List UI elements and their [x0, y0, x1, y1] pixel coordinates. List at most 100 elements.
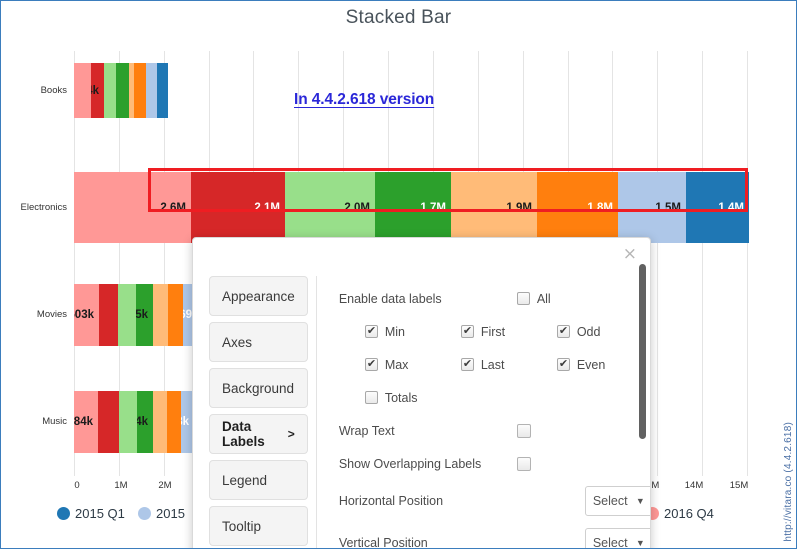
bar-segment[interactable] — [157, 63, 168, 118]
bar-segment[interactable] — [98, 391, 119, 453]
row-totals: Totals — [339, 381, 650, 414]
checkbox-even-box[interactable] — [556, 357, 570, 371]
checkbox-first[interactable]: First — [460, 324, 557, 339]
legend-item[interactable]: 2016 Q4 — [646, 506, 714, 521]
show-overlapping-checkbox[interactable] — [516, 456, 531, 471]
show-overlapping-label: Show Overlapping Labels — [338, 456, 482, 471]
gridline — [702, 51, 704, 476]
bar-data-label: 2.0M — [344, 201, 370, 214]
row-wrap-text: Wrap Text — [339, 414, 650, 447]
checkbox-all-box[interactable] — [516, 292, 530, 305]
row-max-last-even: Max Last Even — [339, 348, 650, 381]
row-horizontal-position: Horizontal Position Select ▼ — [339, 480, 650, 522]
bar-segment[interactable]: 1.8M — [537, 172, 618, 243]
category-label-music: Music — [42, 416, 67, 427]
legend-swatch — [57, 507, 70, 520]
checkbox-last[interactable]: Last — [460, 357, 557, 372]
bar-segment[interactable] — [134, 63, 146, 118]
checkbox-last-box[interactable] — [460, 357, 474, 371]
bar-segment[interactable]: 1.9M — [451, 172, 537, 243]
dialog-nav-data-labels[interactable]: Data Labels > — [209, 414, 308, 454]
bar-segment[interactable]: 2.1M — [191, 172, 285, 243]
checkbox-max[interactable]: Max — [364, 357, 461, 372]
wrap-text-checkbox[interactable] — [516, 423, 531, 438]
dialog-scrollbar-thumb[interactable] — [639, 264, 646, 439]
bar-data-label: 2.6M — [160, 201, 186, 214]
dialog-nav-label: Data Labels — [222, 419, 265, 449]
legend-label: 2015 Q1 — [75, 506, 125, 521]
bar-segment[interactable]: 365k — [136, 284, 153, 346]
checkbox-first-box[interactable] — [460, 324, 474, 338]
dialog-nav-background[interactable]: Background — [209, 368, 308, 408]
checkbox-max-label: Max — [384, 357, 409, 372]
checkbox-first-label: First — [480, 324, 506, 339]
bar-segment[interactable] — [119, 391, 137, 453]
x-axis-tick: 0 — [74, 480, 80, 491]
bar-segment[interactable] — [153, 391, 167, 453]
chevron-down-icon: ▼ — [635, 538, 645, 548]
vertical-position-value: Select — [592, 536, 628, 549]
bar-data-label: 354k — [137, 416, 148, 428]
checkbox-totals-box[interactable] — [364, 391, 378, 404]
vertical-position-select[interactable]: Select ▼ — [584, 528, 650, 549]
legend-label: 2016 Q4 — [664, 506, 714, 521]
bar-segment[interactable] — [153, 284, 168, 346]
bar-segment[interactable]: 2.0M — [285, 172, 375, 243]
legend-item[interactable]: 2015 — [138, 506, 185, 521]
bar-data-label: 1.9M — [506, 201, 532, 214]
category-label-movies: Movies — [36, 309, 67, 320]
x-axis-tick: 14M — [684, 480, 704, 491]
bar-segment[interactable]: 354k — [137, 391, 153, 453]
checkbox-min[interactable]: Min — [364, 324, 461, 339]
legend-item[interactable]: 2015 Q1 — [57, 506, 125, 521]
horizontal-position-select[interactable]: Select ▼ — [584, 486, 650, 516]
bar-data-label: 2.1M — [254, 201, 280, 214]
bar-segment[interactable] — [104, 63, 116, 118]
checkbox-even-label: Even — [576, 357, 606, 372]
bar-segment[interactable]: 1.4M — [686, 172, 749, 243]
x-axis-tick: 1M — [114, 480, 128, 491]
checkbox-max-box[interactable] — [364, 357, 378, 371]
bar-segment[interactable]: 2.6M — [74, 172, 191, 243]
checkbox-all-label: All — [536, 291, 551, 306]
bar-segment[interactable]: 503k — [74, 284, 99, 346]
bar-segment[interactable] — [74, 63, 91, 118]
dialog-nav-legend[interactable]: Legend — [209, 460, 308, 500]
legend-swatch — [138, 507, 151, 520]
bar-segment[interactable] — [168, 284, 183, 346]
checkbox-odd-label: Odd — [576, 324, 601, 339]
bar-segment[interactable] — [167, 391, 181, 453]
checkbox-min-box[interactable] — [364, 324, 378, 338]
checkbox-totals[interactable]: Totals — [364, 391, 461, 405]
bar-segment[interactable]: 1.7M — [375, 172, 451, 243]
bar-data-label: 1.7M — [420, 201, 446, 214]
chevron-down-icon: ▼ — [635, 496, 645, 506]
dialog-nav-appearance[interactable]: Appearance — [209, 276, 308, 316]
checkbox-odd[interactable]: Odd — [556, 324, 650, 339]
chevron-right-icon: > — [287, 427, 295, 441]
horizontal-position-value: Select — [592, 494, 628, 508]
bar-segment[interactable] — [146, 63, 157, 118]
version-annotation-link[interactable]: In 4.4.2.618 version — [294, 91, 434, 109]
bar-segment[interactable]: 484k — [74, 391, 98, 453]
dialog-nav-label: Appearance — [222, 288, 295, 304]
bar-segment[interactable]: 274k — [91, 63, 104, 118]
bar-segment[interactable] — [116, 63, 129, 118]
enable-data-labels-label: Enable data labels — [338, 291, 442, 306]
x-axis-tick: 2M — [158, 480, 172, 491]
dialog-nav-axes[interactable]: Axes — [209, 322, 308, 362]
dialog-nav-label: Background — [222, 380, 295, 396]
checkbox-even[interactable]: Even — [556, 357, 650, 372]
checkbox-odd-box[interactable] — [556, 324, 570, 338]
checkbox-last-label: Last — [480, 357, 505, 372]
dialog-nav-label: Axes — [222, 334, 253, 350]
bar-segment[interactable] — [118, 284, 136, 346]
gridline — [747, 51, 748, 476]
bar-segment[interactable] — [99, 284, 118, 346]
close-icon[interactable]: × — [623, 246, 637, 263]
dialog-nav-tooltip[interactable]: Tooltip — [209, 506, 308, 546]
checkbox-all[interactable]: All — [516, 291, 613, 306]
chart-title: Stacked Bar — [345, 7, 452, 28]
bar-segment[interactable]: 1.5M — [618, 172, 686, 243]
chart-settings-dialog: × Appearance Axes Background Data Labels > Le… — [192, 237, 651, 549]
